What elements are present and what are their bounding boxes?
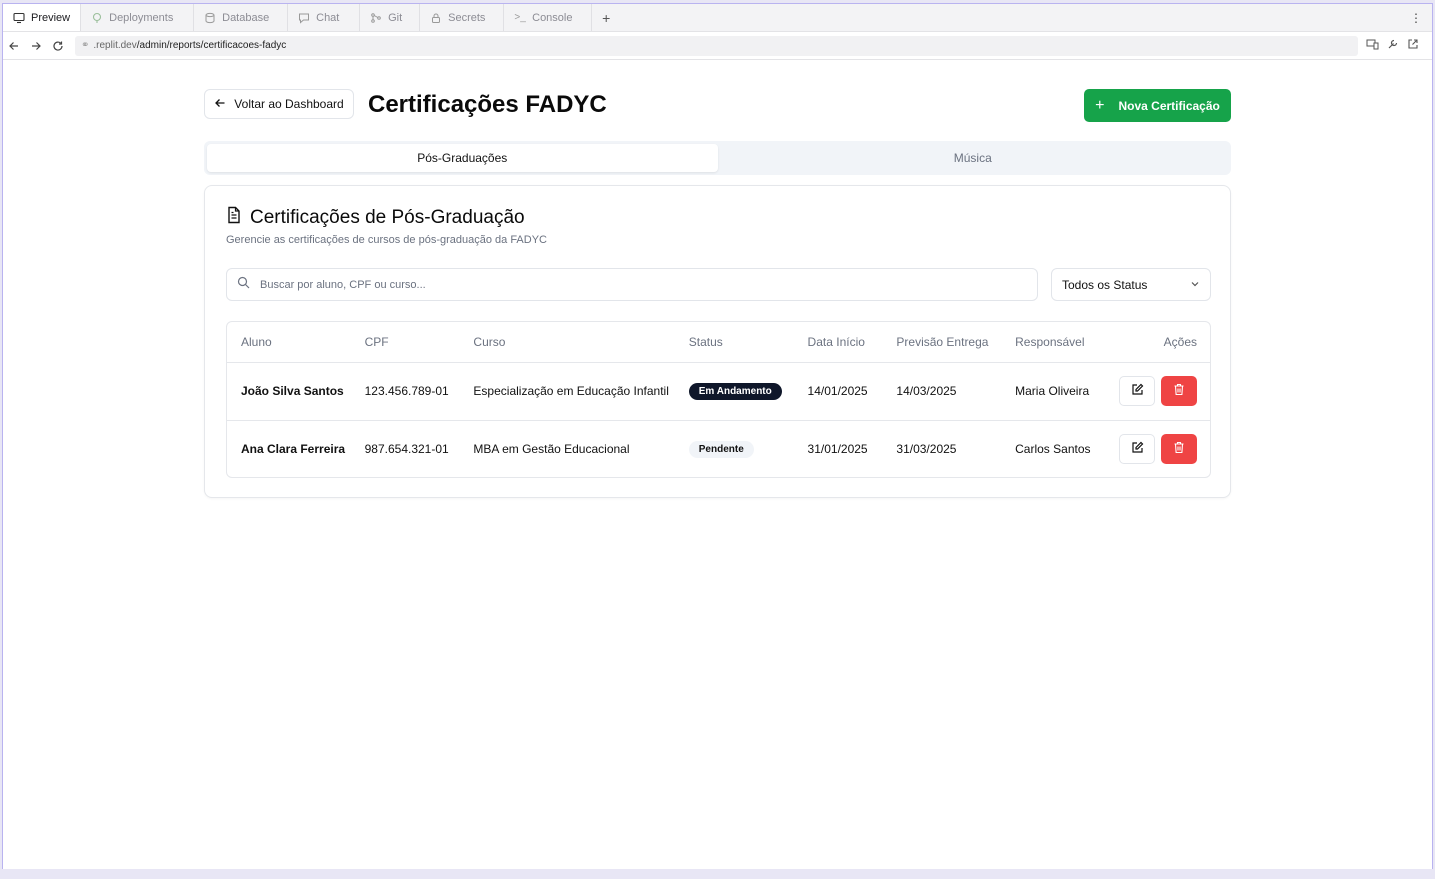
- tab-label: Database: [222, 11, 270, 24]
- tab-label: Deployments: [109, 11, 174, 24]
- cell-responsavel: Carlos Santos: [1015, 419, 1119, 477]
- trash-icon: [1173, 383, 1185, 399]
- devices-icon[interactable]: [1366, 37, 1379, 55]
- tab-label: Secrets: [448, 11, 486, 24]
- tab-label: Git: [388, 11, 403, 24]
- card-title: Certificações de Pós-Graduação: [226, 206, 525, 230]
- arrow-left-icon: [214, 97, 226, 112]
- url-host: .replit.dev: [93, 40, 137, 51]
- table-row: Ana Clara Ferreira 987.654.321-01 MBA em…: [227, 419, 1210, 477]
- edit-button[interactable]: [1119, 434, 1155, 465]
- back-arrow-icon[interactable]: [3, 35, 25, 57]
- cell-curso: MBA em Gestão Educacional: [473, 419, 689, 477]
- forward-arrow-icon[interactable]: [25, 35, 47, 57]
- cell-acoes: [1119, 419, 1210, 477]
- more-options-icon[interactable]: ⋮: [1410, 11, 1422, 25]
- reload-icon[interactable]: [47, 35, 69, 57]
- tab-musica[interactable]: Música: [718, 144, 1229, 172]
- header-cpf: CPF: [364, 322, 474, 363]
- cell-responsavel: Maria Oliveira: [1015, 384, 1090, 398]
- tab-preview[interactable]: Preview: [3, 4, 82, 31]
- database-icon: [204, 12, 216, 24]
- deploy-icon: [91, 12, 103, 24]
- cell-data-inicio: 31/01/2025: [807, 419, 897, 477]
- cell-status: Em Andamento: [688, 362, 808, 420]
- tab-chat[interactable]: Chat: [288, 4, 361, 31]
- trash-icon: [1173, 441, 1185, 457]
- add-tab-button[interactable]: +: [592, 4, 620, 31]
- browser-window: Preview Deployments Database Chat Git Se…: [2, 3, 1433, 869]
- app-page: Voltar ao Dashboard Certificações FADYC …: [3, 61, 1432, 869]
- new-certification-button[interactable]: + Nova Certificação: [1084, 89, 1231, 122]
- back-to-dashboard-button[interactable]: Voltar ao Dashboard: [204, 89, 354, 119]
- header-responsavel: Responsável: [1015, 322, 1119, 363]
- edit-icon: [1131, 383, 1144, 399]
- header-data-inicio: Data Início: [807, 322, 897, 363]
- tab-label: Chat: [316, 11, 340, 24]
- status-filter-value: Todos os Status: [1062, 277, 1148, 292]
- certifications-table: Aluno CPF Curso Status Data Início Previ…: [226, 321, 1211, 478]
- header-status: Status: [688, 322, 808, 363]
- tab-console[interactable]: >_ Console: [504, 4, 593, 31]
- back-button-label: Voltar ao Dashboard: [234, 97, 344, 111]
- tab-git[interactable]: Git: [360, 4, 421, 31]
- cell-previsao: 31/03/2025: [896, 419, 1016, 477]
- search-icon: [237, 276, 250, 294]
- tab-pos-graduacoes[interactable]: Pós-Graduações: [207, 144, 718, 172]
- cell-acoes: [1119, 362, 1210, 420]
- header-aluno: Aluno: [227, 322, 365, 363]
- card-subtitle: Gerencie as certificações de cursos de p…: [226, 234, 547, 246]
- file-text-icon: [226, 206, 242, 230]
- url-path: /admin/reports/certificacoes-fadyc: [136, 40, 287, 51]
- terminal-icon: >_: [514, 12, 526, 23]
- tab-label: Preview: [31, 11, 71, 24]
- cell-aluno: Ana Clara Ferreira: [227, 419, 365, 477]
- git-icon: [370, 12, 382, 24]
- tab-deployments[interactable]: Deployments: [81, 4, 195, 31]
- external-link-icon[interactable]: [1407, 37, 1419, 55]
- cell-cpf: 123.456.789-01: [364, 384, 449, 398]
- table-header-row: Aluno CPF Curso Status Data Início Previ…: [227, 322, 1210, 363]
- table-row: João Silva Santos 123.456.789-01 Especia…: [227, 362, 1210, 420]
- card-title-text: Certificações de Pós-Graduação: [250, 207, 525, 228]
- cell-aluno: João Silva Santos: [241, 384, 344, 398]
- cell-data-inicio: 14/01/2025: [807, 384, 868, 398]
- page-title: Certificações FADYC: [368, 91, 607, 118]
- chevron-down-icon: [1190, 278, 1200, 292]
- cell-curso: Especialização em Educação Infantil: [473, 384, 669, 398]
- url-field[interactable]: ⚭ .replit.dev/admin/reports/certificacoe…: [75, 35, 1358, 56]
- header-curso: Curso: [473, 322, 689, 363]
- url-bar: ⚭ .replit.dev/admin/reports/certificacoe…: [3, 32, 1432, 60]
- header-previsao: Previsão Entrega: [896, 322, 1016, 363]
- delete-button[interactable]: [1161, 376, 1197, 406]
- monitor-icon: [13, 12, 25, 24]
- header-acoes: Ações: [1119, 322, 1210, 363]
- edit-icon: [1131, 441, 1144, 457]
- certifications-card: Certificações de Pós-Graduação Gerencie …: [204, 185, 1231, 498]
- tab-secrets[interactable]: Secrets: [420, 4, 505, 31]
- cell-status: Pendente: [688, 419, 808, 477]
- lock-icon: [430, 12, 442, 24]
- new-button-label: Nova Certificação: [1118, 98, 1220, 113]
- search-box: [226, 268, 1038, 301]
- category-tabs: Pós-Graduações Música: [204, 141, 1231, 175]
- plus-icon: +: [1095, 96, 1105, 114]
- link-icon: ⚭: [81, 40, 90, 51]
- edit-button[interactable]: [1119, 376, 1155, 406]
- status-filter-select[interactable]: Todos os Status: [1051, 268, 1211, 301]
- wrench-icon[interactable]: [1387, 37, 1399, 55]
- tab-label: Console: [532, 11, 573, 24]
- tab-database[interactable]: Database: [194, 4, 289, 31]
- cell-previsao: 14/03/2025: [896, 384, 957, 398]
- workspace-tabbar: Preview Deployments Database Chat Git Se…: [3, 4, 1432, 32]
- status-badge: Em Andamento: [688, 382, 782, 400]
- delete-button[interactable]: [1161, 434, 1197, 465]
- status-badge: Pendente: [688, 440, 754, 458]
- chat-icon: [298, 12, 310, 24]
- cell-cpf: 987.654.321-01: [364, 419, 474, 477]
- search-input[interactable]: [260, 278, 960, 291]
